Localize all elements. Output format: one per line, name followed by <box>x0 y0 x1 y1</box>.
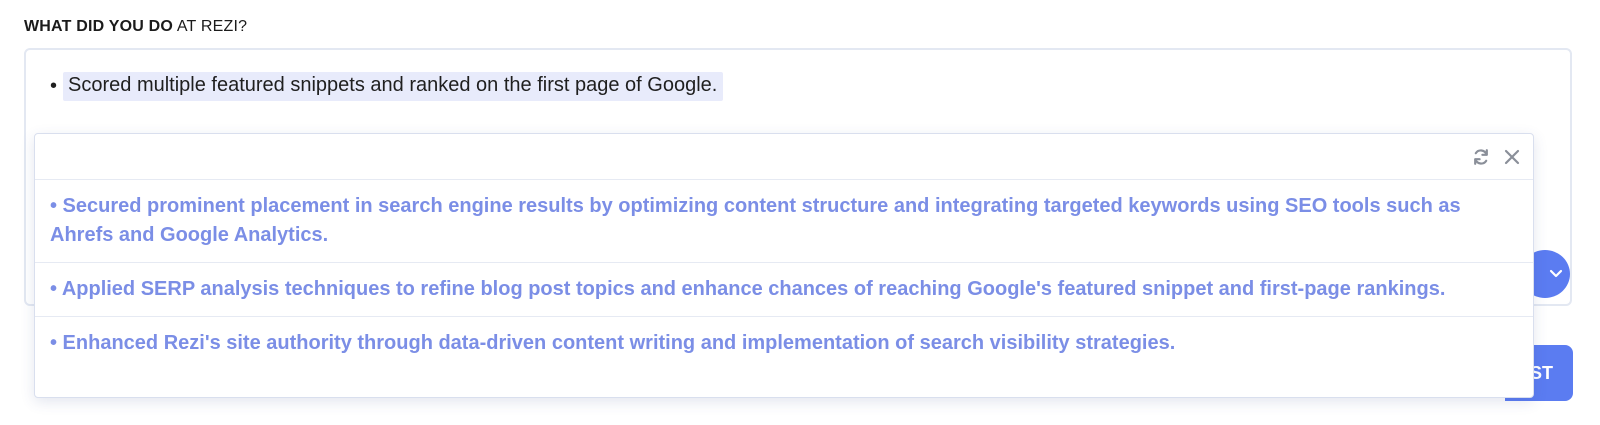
suggestion-item[interactable]: • Secured prominent placement in search … <box>35 180 1533 263</box>
experience-editor: WHAT DID YOU DO AT REZI? • Scored multip… <box>0 0 1600 425</box>
field-label-rest: AT REZI? <box>173 18 248 35</box>
suggestions-panel-header <box>35 134 1533 180</box>
chevron-down-icon <box>1549 269 1563 278</box>
field-label: WHAT DID YOU DO AT REZI? <box>24 18 247 36</box>
bullet-dot: • <box>50 75 58 97</box>
selected-bullet-text[interactable]: Scored multiple featured snippets and ra… <box>63 72 724 101</box>
suggestions-panel: • Secured prominent placement in search … <box>34 133 1534 398</box>
bullet-line[interactable]: • Scored multiple featured snippets and … <box>50 72 724 101</box>
suggestion-item[interactable]: • Enhanced Rezi's site authority through… <box>35 317 1533 370</box>
suggestion-item[interactable]: • Applied SERP analysis techniques to re… <box>35 263 1533 317</box>
field-label-strong: WHAT DID YOU DO <box>24 18 174 35</box>
refresh-icon[interactable] <box>1470 146 1492 168</box>
close-icon[interactable] <box>1501 146 1523 168</box>
